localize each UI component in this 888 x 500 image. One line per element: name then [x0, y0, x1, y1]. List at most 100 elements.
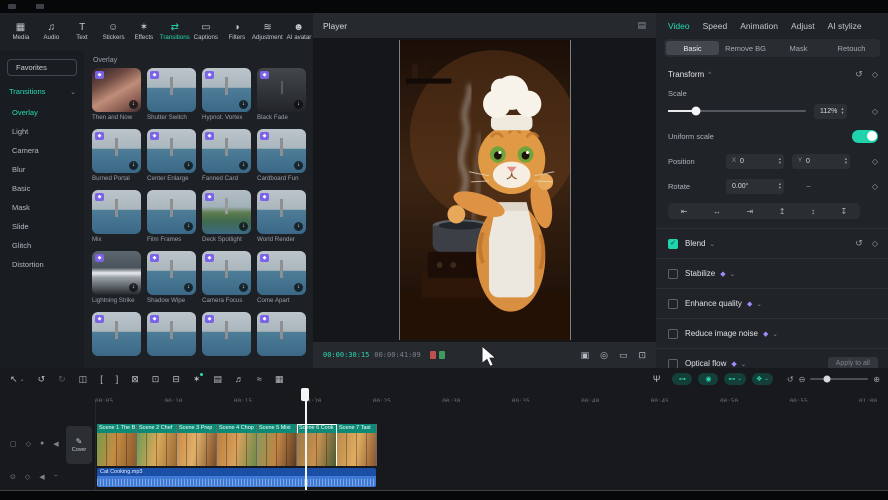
toolbar-tab[interactable]: ☺ Stickers [99, 22, 128, 41]
position-y-stepper[interactable]: ▴ ▾ [845, 157, 847, 165]
inspector-subtab[interactable]: Retouch [825, 41, 878, 55]
timeline-tool-icon[interactable]: ✶ [193, 374, 201, 385]
effect-checkbox[interactable] [668, 299, 678, 309]
position-x-field[interactable]: X 0 ▴ ▾ [726, 154, 784, 169]
transition-item[interactable]: ◆ ↓ Hypnot. Vortex [202, 68, 251, 121]
keyframe-icon[interactable]: ◇ [872, 70, 878, 79]
video-clip[interactable]: Scene 7 Tast [337, 424, 377, 466]
reset-icon[interactable]: ↺ [855, 69, 863, 80]
sidebar-category[interactable]: Camera [0, 141, 84, 160]
keyframe-icon[interactable]: ◇ [872, 239, 878, 248]
track-control-icon[interactable]: − [54, 473, 58, 481]
player-control-icon[interactable]: ◎ [600, 350, 608, 361]
transition-item[interactable]: ◆ ↓ [257, 312, 306, 358]
transition-item[interactable]: ◆ ↓ Camera Focus [202, 251, 251, 304]
toolbar-tab[interactable]: ▦ Media [6, 22, 35, 41]
toolbar-tab[interactable]: T Text [68, 22, 97, 41]
step-down-icon[interactable]: ▾ [841, 111, 843, 115]
timeline-tool-icon[interactable]: ⊡ [152, 374, 160, 385]
chevron-down-icon[interactable]: ⌄ [772, 330, 777, 338]
transition-item[interactable]: ◆ ↓ [202, 312, 251, 358]
sidebar-category[interactable]: Blur [0, 160, 84, 179]
chevron-down-icon[interactable]: ⌄ [730, 270, 735, 278]
transition-item[interactable]: ◆ ↓ Mix [92, 190, 141, 243]
transition-item[interactable]: ◆ ↓ Shadow Wipe [147, 251, 196, 304]
video-clip[interactable]: Scene 1 The B [97, 424, 137, 466]
transition-item[interactable]: ◆ ↓ Burned Portal [92, 129, 141, 182]
chevron-down-icon[interactable]: ⌄ [709, 240, 714, 248]
reset-icon[interactable]: ↺ [855, 238, 863, 249]
inspector-tab[interactable]: AI stylize [828, 21, 862, 31]
toolbar-tab[interactable]: ≋ Adjustment [253, 22, 282, 41]
position-y-field[interactable]: Y 0 ▴ ▾ [792, 154, 850, 169]
timeline-tool-icon[interactable]: ⊠ [131, 374, 139, 385]
track-control-icon[interactable]: ◀ [53, 440, 58, 448]
align-icon[interactable]: ↥ [779, 207, 786, 216]
timeline-zoom-slider[interactable] [810, 378, 868, 380]
sidebar-category[interactable]: Light [0, 122, 84, 141]
timeline-tool-icon[interactable]: ▤ [213, 374, 222, 385]
timeline-tool-icon[interactable]: ⊟ [172, 374, 180, 385]
cover-button[interactable]: ✎ Cover [66, 426, 92, 464]
video-preview[interactable] [399, 40, 571, 340]
track-control-icon[interactable]: ● [40, 440, 44, 448]
out-marker-icon[interactable] [439, 351, 445, 359]
timeline-tool-icon[interactable]: ≈ [257, 374, 262, 384]
inspector-subtab[interactable]: Mask [772, 41, 825, 55]
video-clip[interactable]: Scene 5 Mixi [257, 424, 297, 466]
timeline-tool-icon[interactable]: ↻ [58, 374, 66, 385]
timeline-tool-icon[interactable]: ♬ [235, 374, 244, 384]
effect-checkbox[interactable] [668, 329, 678, 339]
window-control-icon[interactable] [8, 4, 16, 9]
transition-item[interactable]: ◆ ↓ Cardboard Fun [257, 129, 306, 182]
playhead-line[interactable] [305, 390, 307, 490]
sidebar-category[interactable]: Glitch [0, 236, 84, 255]
reset-view-icon[interactable]: ↺ [787, 375, 794, 384]
rotate-dial-icon[interactable]: − [806, 182, 811, 191]
timeline-tool-icon[interactable]: ↖ ⌄ [10, 374, 25, 385]
uniform-scale-toggle[interactable] [852, 130, 878, 143]
toolbar-tab[interactable]: ◑ Filters [222, 22, 251, 41]
transition-item[interactable]: ◆ ↓ Fanned Card [202, 129, 251, 182]
align-icon[interactable]: ↕ [811, 207, 815, 216]
position-x-stepper[interactable]: ▴ ▾ [779, 157, 781, 165]
align-icon[interactable]: ⇥ [747, 207, 754, 216]
zoom-in-icon[interactable]: ⊕ [873, 375, 880, 384]
inspector-tab[interactable]: Animation [740, 21, 778, 31]
toolbar-tab[interactable]: ▭ Captions [191, 22, 220, 41]
scale-value-field[interactable]: 112% ▴ ▾ [814, 104, 847, 119]
transform-section-title[interactable]: Transform [668, 70, 704, 79]
keyframe-icon[interactable]: ◇ [872, 107, 878, 116]
transition-item[interactable]: ◆ ↓ Come Apart [257, 251, 306, 304]
track-control-icon[interactable]: ◀ [39, 473, 44, 481]
align-icon[interactable]: ↧ [841, 207, 848, 216]
player-control-icon[interactable]: ⊡ [638, 350, 646, 361]
inspector-subtab[interactable]: Basic [666, 41, 719, 55]
transition-item[interactable]: ◆ ↓ World Render [257, 190, 306, 243]
step-down-icon[interactable]: ▾ [779, 161, 781, 165]
inspector-tab[interactable]: Speed [703, 21, 728, 31]
transition-item[interactable]: ◆ ↓ Shutter Switch [147, 68, 196, 121]
inspector-subtab[interactable]: Remove BG [719, 41, 772, 55]
player-control-icon[interactable]: ▣ [581, 350, 590, 361]
video-clip[interactable]: Scene 6 Cook [297, 424, 337, 466]
scale-slider-handle[interactable] [691, 107, 700, 116]
effect-checkbox[interactable] [668, 359, 678, 369]
track-control-icon[interactable]: ◇ [26, 440, 31, 448]
transition-item[interactable]: ◆ ↓ Center Enlarge [147, 129, 196, 182]
transition-item[interactable]: ◆ ↓ Then and Now [92, 68, 141, 121]
rotate-stepper[interactable]: ▴ ▾ [779, 182, 781, 190]
in-marker-icon[interactable] [430, 351, 436, 359]
timeline-toggle-pill[interactable]: ❖ ⌄ [752, 373, 773, 385]
sidebar-category[interactable]: Slide [0, 217, 84, 236]
inspector-tab[interactable]: Video [668, 21, 690, 31]
scale-stepper[interactable]: ▴ ▾ [841, 107, 843, 115]
sidebar-category[interactable]: Basic [0, 179, 84, 198]
toolbar-tab[interactable]: ⇄ Transitions [160, 22, 189, 41]
keyframe-icon[interactable]: ◇ [872, 157, 878, 166]
transition-item[interactable]: ◆ ↓ Lightning Strike [92, 251, 141, 304]
player-options-icon[interactable]: ▤ [637, 20, 646, 31]
timeline-toggle-pill[interactable]: ⊷ ⌄ [724, 373, 746, 385]
track-control-icon[interactable]: ⊙ [10, 473, 16, 481]
step-down-icon[interactable]: ▾ [779, 186, 781, 190]
